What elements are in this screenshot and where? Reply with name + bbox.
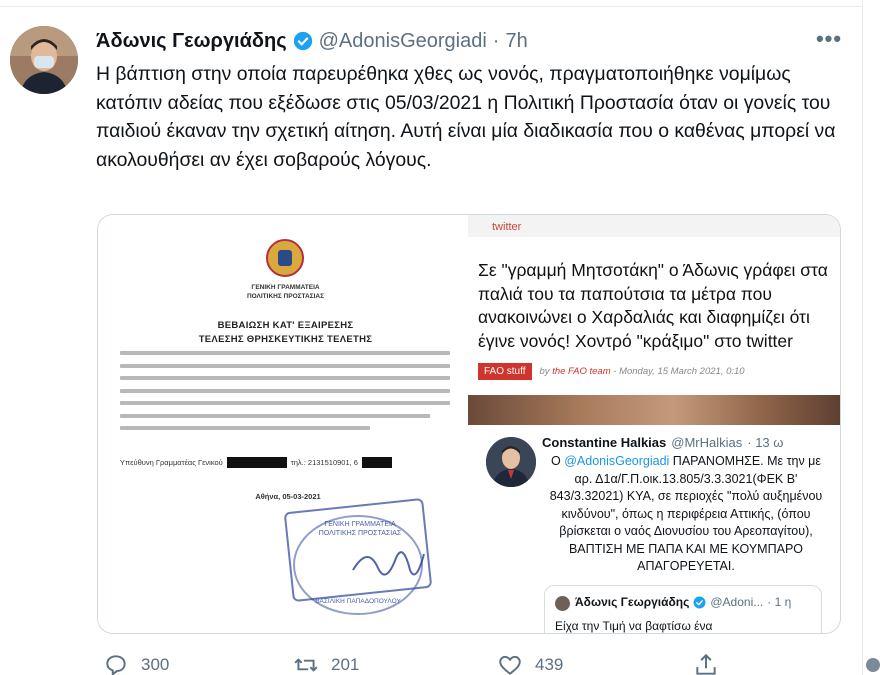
quoted-text-prefix: Ο — [551, 454, 565, 468]
stamp-line1: ΓΕΝΙΚΗ ΓΡΑΜΜΑΤΕΙΑ — [324, 521, 396, 528]
news-byline: by the FAO team - Monday, 15 March 2021,… — [540, 366, 745, 377]
tweet: Άδωνις Γεωργιάδης @AdonisGeorgiadi · 7h … — [0, 0, 880, 675]
heart-icon — [499, 655, 521, 675]
doc-text-line — [120, 413, 430, 418]
redaction-bar — [361, 457, 392, 468]
more-options-button[interactable]: ••• — [815, 26, 843, 52]
retweet-button[interactable]: 201 — [293, 652, 359, 675]
doc-title-line2: ΤΕΛΕΣΗΣ ΘΡΗΣΚΕΥΤΙΚΗΣ ΤΕΛΕΤΗΣ — [198, 334, 373, 345]
author-handle[interactable]: @AdonisGeorgiadi — [319, 30, 487, 53]
doc-org-line1: ΓΕΝΙΚΗ ΓΡΑΜΜΑΤΕΙΑ — [251, 284, 320, 291]
news-headline: Σε "γραμμή Μητσοτάκη" ο Άδωνις γράφει στ… — [478, 260, 828, 351]
byline-prefix: by — [539, 366, 550, 377]
redaction-bar — [226, 457, 287, 468]
document-body — [120, 351, 450, 439]
stamp-name: ΒΑΣΙΛΙΚΗ ΠΑΠΑΔΟΠΟΥΛΟΥ — [315, 598, 401, 605]
quoted-time: · 13 ω — [747, 435, 784, 450]
verified-badge-icon — [693, 596, 706, 608]
share-button[interactable] — [693, 652, 719, 675]
doc-org-line2: ΠΟΛΙΤΙΚΗΣ ΠΡΟΣΤΑΣΙΑΣ — [246, 293, 325, 300]
nested-quoted-tweet: Άδωνις Γεωργιάδης @Adoni... · 1 η Είχα τ… — [544, 585, 822, 633]
media-card[interactable]: ΓΕΝΙΚΗ ΓΡΑΜΜΑΤΕΙΑ ΠΟΛΙΤΙΚΗΣ ΠΡΟΣΤΑΣΙΑΣ Β… — [97, 214, 841, 634]
sidebar-avatar[interactable] — [866, 658, 880, 672]
news-badge: FAO stuff — [478, 363, 532, 380]
stamp-text: ΓΕΝΙΚΗ ΓΡΑΜΜΑΤΕΙΑ ΠΟΛΙΤΙΚΗΣ ΠΡΟΣΤΑΣΙΑΣ — [310, 520, 410, 538]
nested-author-name: Άδωνις Γεωργιάδης — [575, 595, 690, 609]
news-tag: twitter — [492, 221, 522, 233]
quoted-header: Constantine Halkias @MrHalkias · 13 ω — [542, 435, 783, 450]
signer-label: Υπεύθυνη Γραμματέας Γενικού — [120, 458, 223, 467]
news-meta: FAO stuff by the FAO team - Monday, 15 M… — [478, 363, 745, 380]
doc-text-line — [120, 388, 450, 393]
reply-icon — [106, 655, 126, 675]
retweet-icon — [294, 658, 318, 672]
quoted-mention: @AdonisGeorgiadi — [564, 454, 670, 468]
reply-count: 300 — [141, 655, 170, 674]
nested-author-handle: @Adoni... — [710, 595, 764, 609]
separator: · — [492, 29, 500, 52]
reply-button[interactable]: 300 — [103, 652, 169, 675]
quoted-author-avatar — [486, 437, 536, 487]
nested-text: Είχα την Τιμή να βαφτίσω ένα — [555, 619, 713, 633]
document-image[interactable]: ΓΕΝΙΚΗ ΓΡΑΜΜΑΤΕΙΑ ΠΟΛΙΤΙΚΗΣ ΠΡΟΣΤΑΣΙΑΣ Β… — [98, 215, 468, 633]
action-bar: 300 201 439 — [97, 652, 837, 675]
nested-header: Άδωνις Γεωργιάδης @Adoni... · 1 η — [575, 595, 791, 609]
quoted-author-name: Constantine Halkias — [542, 435, 667, 450]
doc-text-line — [120, 376, 450, 380]
phone-label: τηλ.: 2131510901, 6 — [290, 458, 358, 467]
like-count: 439 — [535, 655, 564, 674]
divider — [0, 6, 862, 7]
quoted-text-rest: ΠΑΡΑΝΟΜΗΣΕ. Με την με αρ. Δ1α/Γ.Π.οικ.13… — [549, 454, 823, 573]
byline-date: - Monday, 15 March 2021, 0:10 — [613, 366, 745, 377]
quoted-author-handle: @MrHalkias — [671, 435, 743, 450]
tweet-text: Η βάπτιση στην οποία παρευρέθηκα χθες ως… — [96, 63, 836, 171]
author-name[interactable]: Άδωνις Γεωργιάδης — [96, 30, 287, 53]
quoted-text: Ο @AdonisGeorgiadi ΠΑΡΑΝΟΜΗΣΕ. Με την με… — [542, 453, 830, 576]
like-button[interactable]: 439 — [497, 652, 563, 675]
document-signer: Υπεύθυνη Γραμματέας Γενικού τηλ.: 213151… — [120, 457, 392, 468]
verified-badge-icon — [293, 31, 312, 51]
news-photo — [468, 395, 840, 425]
doc-text-line — [120, 351, 450, 355]
document-date: Αθήνα, 05-03-2021 — [255, 492, 321, 501]
document-title: ΒΕΒΑΙΩΣΗ ΚΑΤ' ΕΞΑΙΡΕΣΗΣ ΤΕΛΕΣΗΣ ΘΡΗΣΚΕΥΤ… — [178, 319, 393, 347]
share-icon — [696, 653, 716, 675]
signature-scribble — [352, 551, 425, 576]
civil-protection-logo — [266, 239, 304, 277]
byline-team: the FAO team — [552, 366, 611, 377]
news-topbar — [468, 215, 840, 237]
timeline-border — [862, 0, 863, 675]
doc-text-line — [120, 363, 450, 368]
document-org: ΓΕΝΙΚΗ ΓΡΑΜΜΑΤΕΙΑ ΠΟΛΙΤΙΚΗΣ ΠΡΟΣΤΑΣΙΑΣ — [228, 283, 343, 301]
tweet-time[interactable]: 7h — [505, 30, 527, 53]
nested-time: · 1 η — [767, 595, 792, 609]
stamp-line2: ΠΟΛΙΤΙΚΗΣ ΠΡΟΣΤΑΣΙΑΣ — [318, 530, 402, 537]
news-article-image[interactable]: twitter Σε "γραμμή Μητσοτάκη" ο Άδωνις γ… — [468, 215, 840, 633]
doc-text-line — [120, 426, 370, 430]
nested-avatar — [555, 596, 570, 611]
doc-text-line — [120, 401, 450, 405]
tweet-header: Άδωνις Γεωργιάδης @AdonisGeorgiadi · 7h — [96, 28, 528, 54]
retweet-count: 201 — [331, 655, 360, 674]
author-avatar[interactable] — [10, 26, 78, 94]
doc-title-line1: ΒΕΒΑΙΩΣΗ ΚΑΤ' ΕΞΑΙΡΕΣΗΣ — [217, 320, 354, 331]
